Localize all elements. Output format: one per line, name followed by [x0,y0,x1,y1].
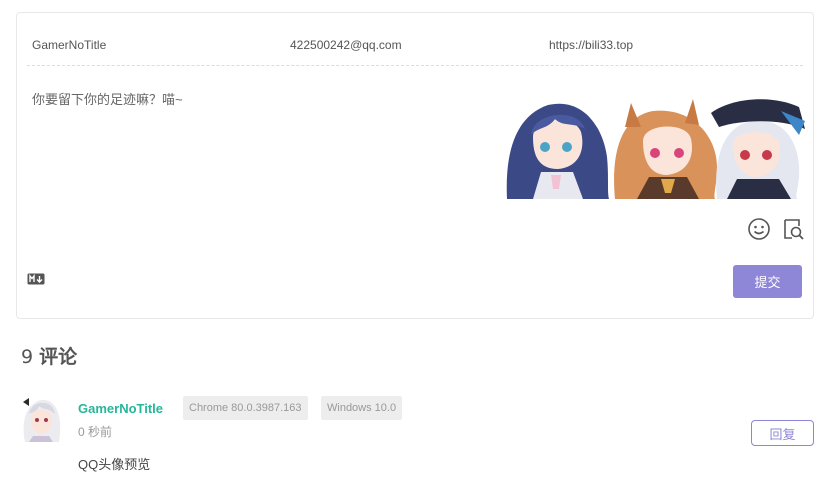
anime-characters-image [506,99,805,199]
comment-time: 0 秒前 [78,425,113,439]
comment-count-label: 评论 [39,346,78,368]
nickname-input[interactable] [32,36,272,54]
smiley-face-icon [748,218,770,240]
meta-fields [17,13,813,65]
comment-editor: 你要留下你的足迹嘛？喵~ [16,12,814,319]
comment-count: 9 评论 [21,342,77,369]
website-input[interactable] [549,36,789,54]
email-input[interactable] [290,36,530,54]
meta-divider [27,65,803,66]
comment-content: QQ头像预览 [78,457,151,472]
browser-badge: Chrome 80.0.3987.163 [183,396,308,420]
preview-search-icon [784,219,804,240]
os-badge: Windows 10.0 [321,396,403,420]
comment-textarea[interactable]: 你要留下你的足迹嘛？喵~ [32,89,492,109]
submit-button[interactable]: 提交 [733,265,802,298]
comment-nickname[interactable]: GamerNoTitle [78,401,163,416]
comment-item: GamerNoTitle Chrome 80.0.3987.163 Window… [16,392,814,482]
comment-count-number: 9 [21,346,34,368]
preview-button[interactable] [781,217,805,241]
reply-button[interactable]: 回复 [751,420,814,446]
emoji-button[interactable] [747,217,771,241]
avatar[interactable] [19,394,63,442]
markdown-icon[interactable] [27,273,45,285]
